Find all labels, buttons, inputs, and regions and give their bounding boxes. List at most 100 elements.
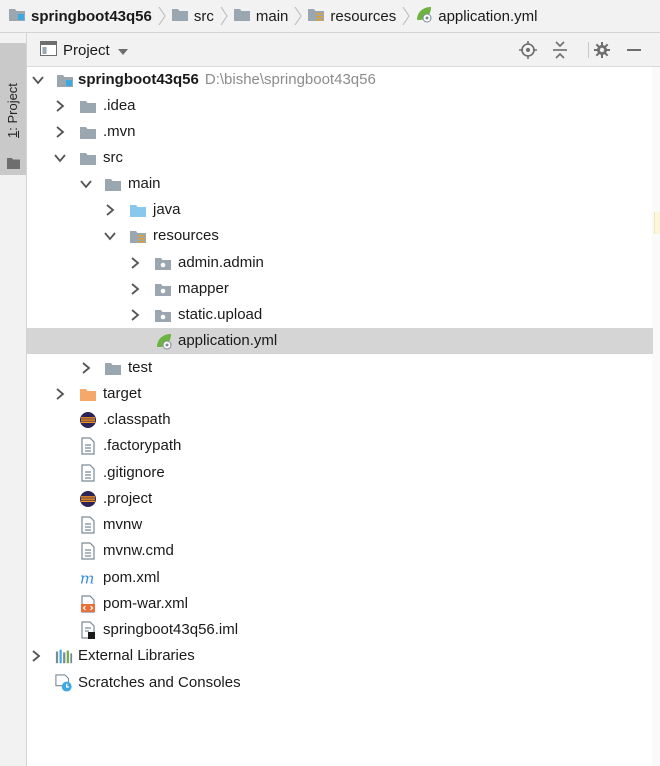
chevron-right-icon[interactable] — [129, 257, 141, 269]
eclipse-file-icon — [79, 411, 97, 429]
chevron-down-icon[interactable] — [80, 178, 92, 190]
breadcrumb-label: main — [255, 7, 289, 25]
resources-folder-icon — [129, 227, 147, 245]
chevron-down-icon[interactable] — [104, 230, 116, 242]
maven-icon: m — [79, 569, 97, 587]
chevron-right-icon — [218, 0, 230, 33]
chevron-right-icon — [400, 0, 412, 33]
tree-row-factorypath[interactable]: .factorypath — [27, 433, 653, 459]
chevron-right-icon[interactable] — [129, 309, 141, 321]
header-divider — [588, 42, 589, 58]
tree-label: springboot43q56 D:\bishe\springboot43q56 — [78, 71, 376, 88]
tree-label: test — [128, 359, 153, 376]
tree-label: src — [103, 149, 123, 166]
chevron-right-icon[interactable] — [54, 100, 66, 112]
chevron-right-icon[interactable] — [54, 126, 66, 138]
tree-label: External Libraries — [78, 647, 195, 664]
project-panel-header: Project — [27, 33, 660, 67]
tree-row-application-yml[interactable]: application.yml — [27, 328, 653, 354]
text-file-icon — [79, 437, 97, 455]
excluded-folder-icon — [79, 385, 97, 403]
tree-label: pom.xml — [103, 569, 160, 586]
folder-icon — [104, 359, 122, 377]
breadcrumb-springboot43q56[interactable]: springboot43q56 — [8, 0, 152, 33]
breadcrumb-resources[interactable]: resources — [307, 0, 396, 33]
breadcrumb-main[interactable]: main — [233, 0, 289, 33]
folder-icon — [233, 6, 251, 26]
text-file-icon — [79, 516, 97, 534]
tree-row-target[interactable]: target — [27, 381, 653, 407]
tree-row-mvnw-cmd[interactable]: mvnw.cmd — [27, 538, 653, 564]
chevron-right-icon[interactable] — [30, 650, 42, 662]
tree-row-java[interactable]: java — [27, 197, 653, 223]
tree-label: .gitignore — [103, 464, 165, 481]
tree-label: .mvn — [103, 123, 136, 140]
tree-row-mvn[interactable]: .mvn — [27, 119, 653, 145]
tree-label: static.upload — [178, 306, 263, 323]
tree-row-admin-admin[interactable]: admin.admin — [27, 250, 653, 276]
breadcrumb-src[interactable]: src — [171, 0, 214, 33]
project-path: D:\bishe\springboot43q56 — [204, 71, 376, 88]
tree-row-classpath[interactable]: .classpath — [27, 407, 653, 433]
breadcrumb-label: resources — [330, 7, 397, 25]
tree-label: .factorypath — [103, 437, 182, 454]
tree-label: application.yml — [178, 332, 278, 349]
tree-label: target — [103, 385, 142, 402]
package-folder-icon — [154, 280, 172, 298]
chevron-right-icon[interactable] — [80, 362, 92, 374]
tree-label: resources — [153, 227, 219, 244]
tree-row-root[interactable]: springboot43q56 D:\bishe\springboot43q56 — [27, 67, 653, 93]
tree-row-static-upload[interactable]: static.upload — [27, 302, 653, 328]
module-folder-icon — [8, 6, 26, 26]
chevron-right-icon[interactable] — [129, 283, 141, 295]
tree-row-iml[interactable]: springboot43q56.iml — [27, 617, 653, 643]
project-tool-window-tab[interactable]: 1: Project — [0, 43, 26, 175]
eclipse-file-icon — [79, 490, 97, 508]
spring-yml-icon — [415, 5, 433, 27]
tree-row-test[interactable]: test — [27, 355, 653, 381]
breadcrumb-label: src — [193, 7, 214, 25]
tree-label: .classpath — [103, 411, 171, 428]
module-file-icon — [79, 621, 97, 639]
tree-row-external-libraries[interactable]: External Libraries — [27, 643, 653, 669]
folder-icon — [7, 156, 20, 173]
chevron-right-icon[interactable] — [54, 388, 66, 400]
folder-icon — [79, 97, 97, 115]
tree-label: admin.admin — [178, 254, 264, 271]
package-folder-icon — [154, 254, 172, 272]
tool-window-strip: 1: Project — [0, 33, 27, 766]
chevron-right-icon[interactable] — [104, 204, 116, 216]
locate-icon[interactable] — [519, 41, 537, 59]
tree-label: java — [153, 201, 181, 218]
chevron-down-icon[interactable] — [54, 152, 66, 164]
collapse-all-icon[interactable] — [551, 41, 569, 59]
tree-row-resources[interactable]: resources — [27, 223, 653, 249]
package-folder-icon — [154, 306, 172, 324]
tree-label: .idea — [103, 97, 136, 114]
breadcrumb-application-yml[interactable]: application.yml — [415, 0, 537, 33]
hide-panel-icon[interactable] — [625, 41, 643, 59]
source-folder-icon — [129, 201, 147, 219]
tree-row-pom-war-xml[interactable]: pom-war.xml — [27, 591, 653, 617]
tree-label: mapper — [178, 280, 229, 297]
tree-row-src[interactable]: src — [27, 145, 653, 171]
tree-row-project[interactable]: .project — [27, 486, 653, 512]
chevron-right-icon — [156, 0, 168, 33]
tree-row-mvnw[interactable]: mvnw — [27, 512, 653, 538]
project-view-selector[interactable]: Project — [40, 33, 128, 67]
tree-row-pom-xml[interactable]: m pom.xml — [27, 565, 653, 591]
folder-icon — [79, 149, 97, 167]
tree-row-idea[interactable]: .idea — [27, 93, 653, 119]
tree-row-main[interactable]: main — [27, 171, 653, 197]
tree-label: pom-war.xml — [103, 595, 189, 612]
tree-row-scratches[interactable]: Scratches and Consoles — [27, 670, 653, 696]
settings-icon[interactable] — [593, 41, 611, 59]
tree-row-mapper[interactable]: mapper — [27, 276, 653, 302]
text-file-icon — [79, 542, 97, 560]
resources-folder-icon — [307, 6, 325, 26]
chevron-down-icon[interactable] — [32, 74, 44, 86]
breadcrumb-label: application.yml — [438, 7, 538, 25]
svg-text:m: m — [80, 569, 95, 587]
tree-row-gitignore[interactable]: .gitignore — [27, 460, 653, 486]
spring-yml-icon — [155, 332, 173, 350]
